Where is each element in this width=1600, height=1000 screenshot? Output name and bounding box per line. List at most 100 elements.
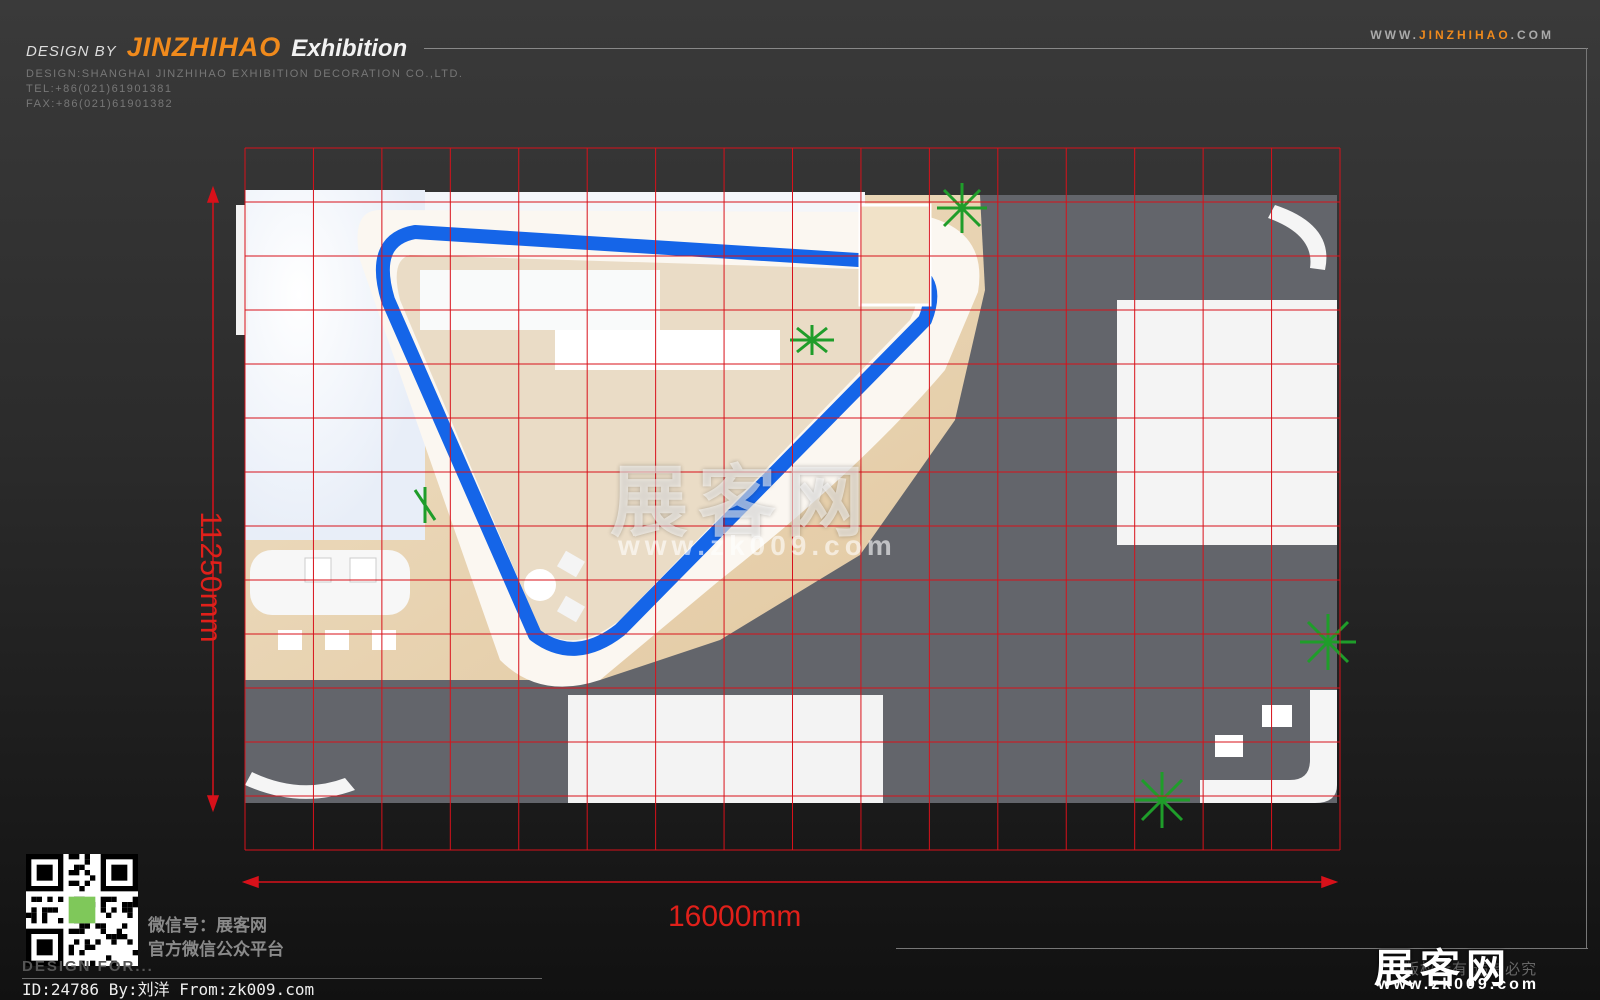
qr-module [42,918,48,924]
lounge-seat [304,557,332,583]
qr-module [95,923,101,929]
qr-module [111,864,128,881]
corner-stool [1262,705,1292,727]
qr-module [68,880,74,886]
qr-module [42,907,48,913]
qr-module [31,918,37,924]
plant-icon [1134,772,1190,828]
qr-module [68,944,74,950]
qr-module [84,939,90,945]
credit-line: ID:24786 By:刘洋 From:zk009.com [22,980,315,999]
left-back-wall [236,205,248,335]
qr-module [116,928,122,934]
width-dimension-arrow [241,875,1339,889]
qr-module [31,896,37,902]
qr-module [100,928,106,934]
qr-module [84,880,90,886]
corner-stool [1215,735,1243,757]
qr-module [68,950,74,956]
qr-module [36,896,42,902]
qr-module [100,902,106,908]
qr-module [68,854,74,860]
wechat-info: 微信号：展客网 官方微信公众平台 [148,914,284,962]
qr-module [47,907,53,913]
wechat-id: 微信号：展客网 [148,916,267,935]
qr-module [111,939,117,945]
qr-module [26,912,32,918]
qr-module [127,907,133,913]
qr-module [74,939,80,945]
qr-module [79,950,85,956]
qr-module [68,870,74,876]
qr-module [84,870,90,876]
lounge-seat [349,557,377,583]
qr-module [106,896,112,902]
qr-module [90,944,96,950]
qr-module [68,896,96,924]
faint-design-label: DESIGN FOR... [22,958,154,975]
qr-module [74,870,80,876]
qr-module [111,934,117,940]
qr-module [84,859,90,865]
qr-module [42,912,48,918]
storage-room [858,203,932,307]
qr-module [36,864,53,881]
qr-module [31,912,37,918]
qr-module [74,854,80,860]
wechat-desc: 官方微信公众平台 [148,940,284,959]
qr-module [132,950,138,956]
round-table [524,569,556,601]
qr-module [52,907,58,913]
qr-module [100,907,106,913]
qr-module [84,854,90,860]
qr-module [68,928,74,934]
qr-module [122,907,128,913]
qr-module [58,918,64,924]
qr-module [111,907,117,913]
qr-module [106,912,112,918]
qr-module [132,902,138,908]
qr-module [122,902,128,908]
plant-icon [1300,614,1356,670]
footer-logo-url[interactable]: www.zk009.com [1378,976,1539,994]
qr-module [84,944,90,950]
qr-module [127,902,133,908]
lounge-stool [325,630,349,650]
info-desk [420,270,660,330]
right-platform [1117,300,1337,545]
depth-dimension-arrow [206,185,220,813]
plant-icon [937,183,987,233]
qr-module [74,864,80,870]
qr-module [106,934,112,940]
qr-module [74,880,80,886]
qr-module [100,923,106,929]
qr-module [95,939,101,945]
plant-icon [790,325,834,355]
qr-code[interactable] [26,854,138,966]
watermark-url: www.zk009.com [618,530,897,561]
qr-module [84,923,90,929]
qr-module [79,864,85,870]
bottom-platform [568,695,883,803]
qr-module [79,886,85,892]
qr-module [116,934,122,940]
qr-module [127,939,133,945]
qr-module [132,896,138,902]
qr-module [31,907,37,913]
qr-module [58,896,64,902]
lounge-stool [372,630,396,650]
qr-module [79,928,85,934]
qr-module [36,939,53,956]
qr-module [100,896,106,902]
qr-module [90,875,96,881]
qr-module [79,923,85,929]
qr-module [127,912,133,918]
qr-module [111,896,117,902]
qr-module [74,928,80,934]
qr-module [122,934,128,940]
qr-module [122,923,128,929]
width-dimension-label: 16000mm [668,900,802,933]
depth-dimension-label: 11250mm [194,511,227,643]
lounge-stool [278,630,302,650]
qr-module [47,896,53,902]
